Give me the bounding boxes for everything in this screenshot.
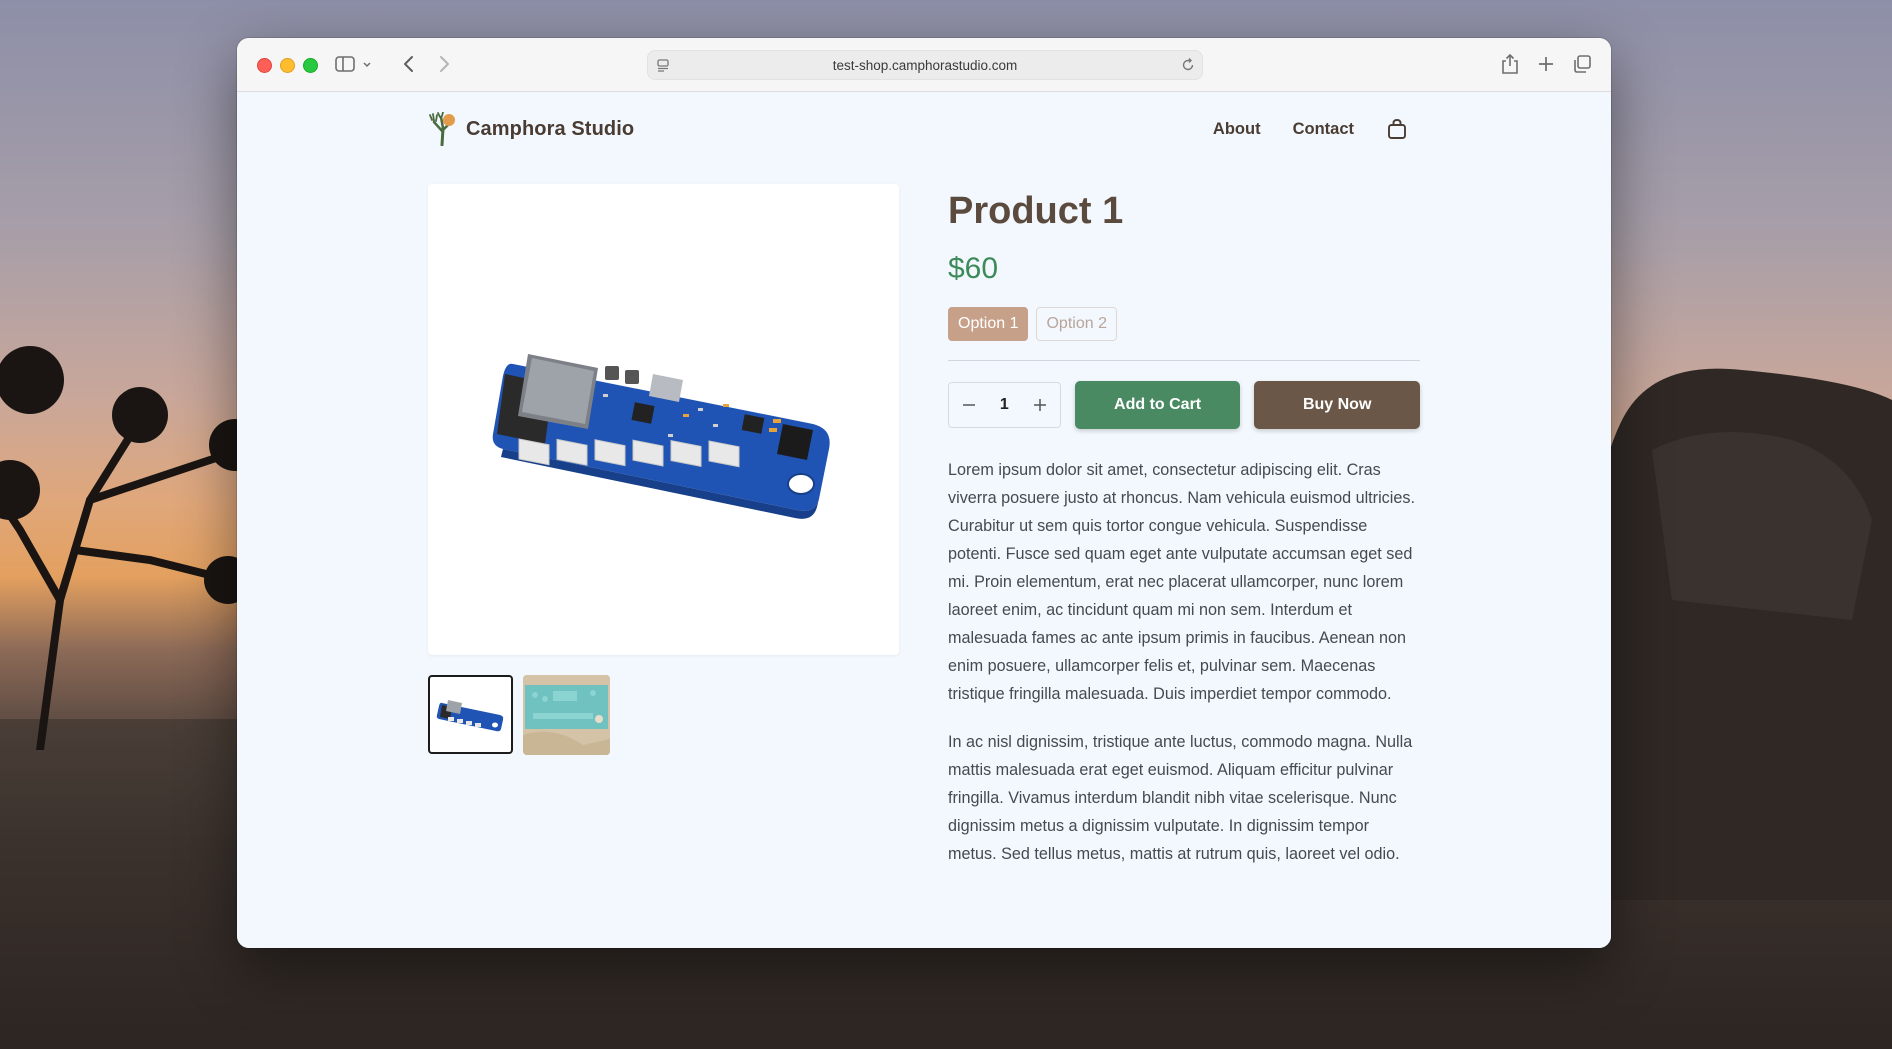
tree-logo-icon — [429, 112, 455, 146]
product-description: Lorem ipsum dolor sit amet, consectetur … — [948, 456, 1420, 868]
new-tab-button[interactable] — [1535, 52, 1557, 76]
page-settings-icon[interactable] — [655, 57, 671, 73]
product-info: Product 1 $60 Option 1 Option 2 1 Add to… — [948, 192, 1420, 888]
share-button[interactable] — [1499, 52, 1521, 76]
thumbnail-gallery — [428, 675, 610, 755]
main-nav: About Contact — [1213, 118, 1408, 140]
reload-icon[interactable] — [1180, 57, 1196, 73]
pcb-board-image — [492, 354, 830, 519]
nav-link-contact[interactable]: Contact — [1293, 120, 1354, 139]
zoom-window-button[interactable] — [303, 58, 318, 73]
add-to-cart-button[interactable]: Add to Cart — [1074, 381, 1241, 429]
product-title: Product 1 — [948, 190, 1124, 232]
purchase-actions: 1 Add to Cart Buy Now — [948, 381, 1420, 429]
decrease-quantity-button[interactable] — [959, 395, 979, 415]
description-paragraph-2: In ac nisl dignissim, tristique ante luc… — [948, 733, 1413, 863]
thumbnail-2[interactable] — [523, 675, 610, 755]
sidebar-icon — [335, 56, 371, 72]
increase-quantity-button[interactable] — [1030, 395, 1050, 415]
thumbnail-1[interactable] — [428, 675, 513, 754]
address-bar[interactable]: test-shop.camphorastudio.com — [647, 50, 1203, 80]
quantity-value[interactable]: 1 — [1000, 396, 1009, 414]
divider — [948, 360, 1420, 361]
option-1-button[interactable]: Option 1 — [948, 307, 1029, 341]
browser-window: test-shop.camphorastudio.com Camphora St… — [237, 38, 1611, 948]
description-paragraph-1: Lorem ipsum dolor sit amet, consectetur … — [948, 461, 1415, 703]
buy-now-button[interactable]: Buy Now — [1254, 381, 1420, 429]
chevron-left-icon — [404, 56, 413, 72]
option-2-button[interactable]: Option 2 — [1036, 307, 1117, 341]
nav-link-about[interactable]: About — [1213, 120, 1261, 139]
pcb-thumbnail-image — [436, 700, 504, 732]
variant-options: Option 1 Option 2 — [948, 307, 1420, 341]
shopping-bag-icon[interactable] — [1386, 118, 1408, 140]
minus-icon — [963, 404, 975, 406]
back-button[interactable] — [397, 52, 421, 76]
browser-toolbar: test-shop.camphorastudio.com — [237, 38, 1611, 92]
tabs-icon — [1574, 55, 1591, 73]
pcb-photo-thumbnail-image — [523, 675, 610, 755]
brand-name: Camphora Studio — [466, 117, 635, 140]
url-text: test-shop.camphorastudio.com — [832, 57, 1018, 73]
product-price: $60 — [948, 252, 999, 285]
site-logo[interactable]: Camphora Studio — [428, 112, 634, 146]
web-page: Camphora Studio About Contact Product 1 … — [237, 92, 1611, 948]
close-window-button[interactable] — [257, 58, 272, 73]
plus-icon — [1539, 57, 1553, 71]
quantity-stepper: 1 — [948, 382, 1061, 428]
forward-button[interactable] — [432, 52, 456, 76]
plus-icon — [1033, 399, 1046, 411]
minimize-window-button[interactable] — [280, 58, 295, 73]
window-controls — [257, 58, 318, 73]
tab-overview-button[interactable] — [1569, 52, 1595, 76]
site-header: Camphora Studio About Contact — [428, 112, 1408, 152]
chevron-right-icon — [440, 56, 449, 72]
share-icon — [1502, 53, 1518, 74]
product-main-image[interactable] — [428, 184, 899, 655]
sidebar-toggle-button[interactable] — [333, 52, 377, 76]
